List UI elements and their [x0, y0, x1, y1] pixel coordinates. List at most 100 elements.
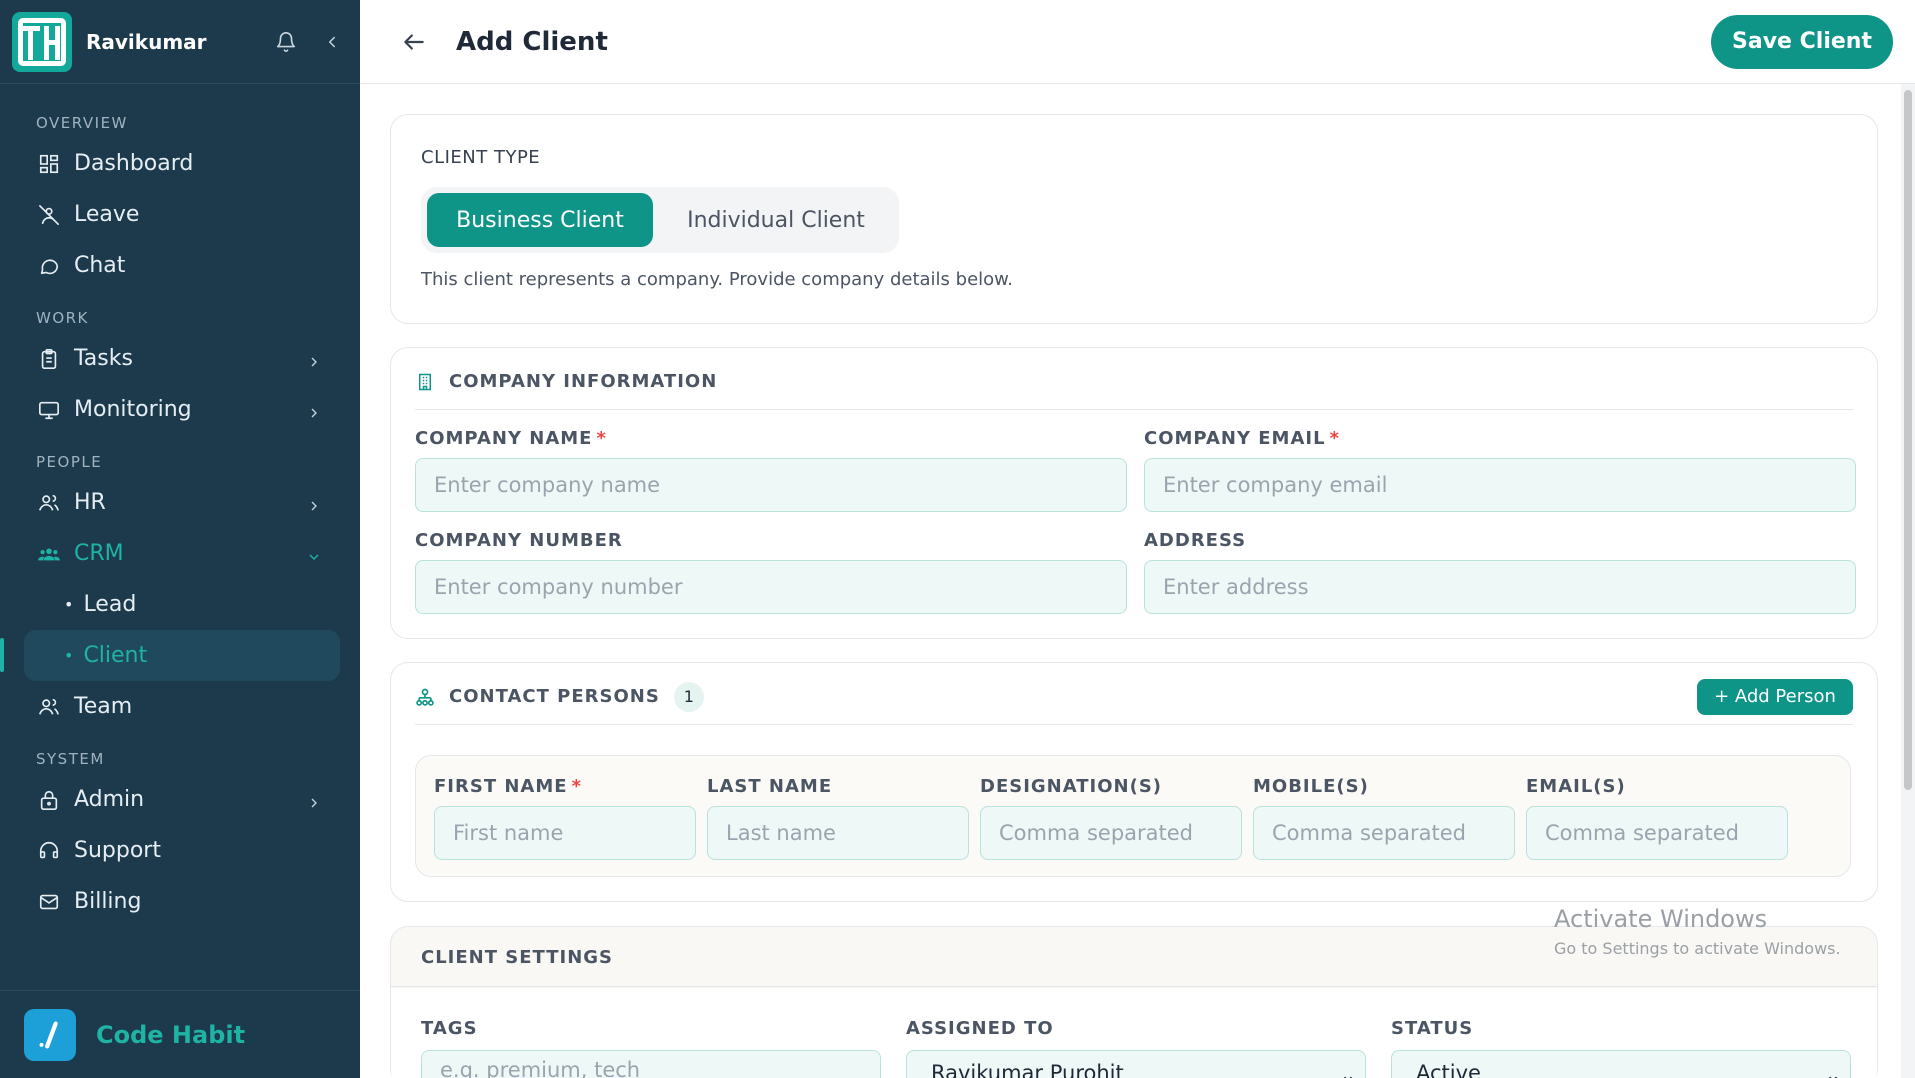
- company-number-input[interactable]: [415, 560, 1127, 614]
- org-chart-icon: [415, 687, 435, 707]
- sidebar-item-leave[interactable]: Leave: [0, 189, 360, 240]
- company-name-input[interactable]: [415, 458, 1127, 512]
- company-info-card: COMPANY INFORMATION COMPANY NAME* COMPAN…: [390, 347, 1878, 639]
- sidebar-item-chat[interactable]: Chat: [0, 240, 360, 291]
- sidebar-item-monitoring[interactable]: Monitoring: [0, 384, 360, 435]
- collapse-sidebar-icon[interactable]: [316, 26, 348, 58]
- last-name-input[interactable]: [707, 806, 969, 860]
- save-client-button[interactable]: Save Client: [1711, 14, 1893, 69]
- sidebar-item-billing[interactable]: Billing: [0, 876, 360, 927]
- tags-input[interactable]: [421, 1050, 881, 1078]
- sidebar-item-label: Billing: [74, 889, 142, 914]
- tags-label: TAGS: [421, 1018, 478, 1039]
- client-type-label: CLIENT TYPE: [421, 147, 541, 168]
- code-habit-logo: [24, 1008, 76, 1061]
- sidebar-item-label: CRM: [74, 541, 124, 566]
- client-type-toggle: Business Client Individual Client: [421, 187, 899, 253]
- client-settings-title: CLIENT SETTINGS: [421, 947, 614, 968]
- email-input[interactable]: [1526, 806, 1788, 860]
- sidebar-nav: OVERVIEW Dashboard Leave Chat WORK Tasks…: [0, 84, 360, 927]
- mobile-label: MOBILE(S): [1253, 776, 1369, 797]
- contact-persons-card: CONTACT PERSONS 1 + Add Person FIRST NAM…: [390, 662, 1878, 902]
- business-client-option[interactable]: Business Client: [427, 193, 653, 247]
- last-name-label: LAST NAME: [707, 776, 833, 797]
- sidebar-item-tasks[interactable]: Tasks: [0, 333, 360, 384]
- client-settings-body: TAGS ASSIGNED TO Ravikumar Purohit STATU…: [391, 988, 1877, 1078]
- sidebar-item-label: Dashboard: [74, 151, 194, 176]
- client-type-help: This client represents a company. Provid…: [421, 269, 1013, 290]
- sidebar-item-label: Leave: [74, 202, 140, 227]
- sidebar-item-label: Chat: [74, 253, 126, 278]
- sidebar-item-label: Support: [74, 838, 161, 863]
- users-icon: [38, 492, 60, 514]
- leave-icon: [38, 204, 60, 226]
- company-info-title: COMPANY INFORMATION: [449, 371, 718, 392]
- team-icon: [38, 696, 60, 718]
- sidebar-item-admin[interactable]: Admin: [0, 774, 360, 825]
- assigned-to-select[interactable]: Ravikumar Purohit: [906, 1050, 1366, 1078]
- chevron-down-icon: [306, 546, 322, 562]
- company-email-input[interactable]: [1144, 458, 1856, 512]
- active-indicator: [0, 638, 4, 672]
- first-name-input[interactable]: [434, 806, 696, 860]
- watermark-line2: Go to Settings to activate Windows.: [1554, 939, 1841, 958]
- chevron-down-icon: [1826, 1067, 1840, 1078]
- address-input[interactable]: [1144, 560, 1856, 614]
- monitor-icon: [38, 399, 60, 421]
- sidebar-subitem-client[interactable]: • Client: [0, 630, 340, 681]
- group-icon: [38, 543, 60, 565]
- status-value: Active: [1416, 1061, 1481, 1078]
- contact-person-row: FIRST NAME* LAST NAME DESIGNATION(S) MOB…: [415, 755, 1851, 877]
- app-logo: [12, 11, 72, 72]
- sidebar-subitem-lead[interactable]: • Lead: [0, 579, 360, 630]
- chevron-down-icon: [1341, 1067, 1355, 1078]
- company-email-label: COMPANY EMAIL *: [1144, 428, 1340, 449]
- brand-name: Code Habit: [96, 1020, 246, 1049]
- status-select[interactable]: Active: [1391, 1050, 1851, 1078]
- user-name: Ravikumar: [86, 29, 207, 54]
- sidebar-footer: Code Habit: [0, 990, 360, 1078]
- add-person-button[interactable]: + Add Person: [1697, 678, 1853, 715]
- page-title: Add Client: [456, 26, 608, 57]
- sidebar-item-label: Team: [74, 694, 133, 719]
- chevron-right-icon: [306, 792, 322, 808]
- chat-icon: [38, 255, 60, 277]
- contact-count-badge: 1: [673, 681, 704, 712]
- section-label-work: WORK: [36, 309, 89, 327]
- section-label-system: SYSTEM: [36, 750, 105, 768]
- windows-activation-watermark: Activate Windows Go to Settings to activ…: [1554, 905, 1841, 958]
- chevron-right-icon: [306, 495, 322, 511]
- designation-input[interactable]: [980, 806, 1242, 860]
- company-name-label: COMPANY NAME *: [415, 428, 607, 449]
- headset-icon: [38, 840, 60, 862]
- sidebar-subitem-label: Client: [83, 643, 148, 668]
- back-arrow-icon[interactable]: [400, 28, 428, 56]
- sidebar-item-label: Tasks: [74, 346, 133, 371]
- bullet: •: [64, 646, 74, 665]
- sidebar: Ravikumar OVERVIEW Dashboard Leave Chat …: [0, 0, 360, 1078]
- designation-label: DESIGNATION(S): [980, 776, 1163, 797]
- dashboard-icon: [38, 153, 60, 175]
- email-label: EMAIL(S): [1526, 776, 1626, 797]
- sidebar-item-team[interactable]: Team: [0, 681, 360, 732]
- chevron-right-icon: [306, 402, 322, 418]
- sidebar-item-crm[interactable]: CRM: [0, 528, 360, 579]
- clipboard-icon: [38, 348, 60, 370]
- sidebar-item-label: Monitoring: [74, 397, 192, 422]
- mail-icon: [38, 891, 60, 913]
- sidebar-item-support[interactable]: Support: [0, 825, 360, 876]
- company-info-header: COMPANY INFORMATION: [415, 368, 1853, 410]
- bullet: •: [64, 595, 74, 614]
- chevron-right-icon: [306, 351, 322, 367]
- bell-icon[interactable]: [270, 26, 302, 58]
- first-name-label: FIRST NAME *: [434, 776, 582, 797]
- section-label-overview: OVERVIEW: [36, 114, 128, 132]
- sidebar-item-hr[interactable]: HR: [0, 477, 360, 528]
- contact-persons-title: CONTACT PERSONS: [449, 686, 660, 707]
- address-label: ADDRESS: [1144, 530, 1247, 551]
- scrollbar-thumb[interactable]: [1904, 90, 1912, 790]
- lock-icon: [38, 789, 60, 811]
- sidebar-item-dashboard[interactable]: Dashboard: [0, 138, 360, 189]
- individual-client-option[interactable]: Individual Client: [661, 193, 891, 247]
- mobile-input[interactable]: [1253, 806, 1515, 860]
